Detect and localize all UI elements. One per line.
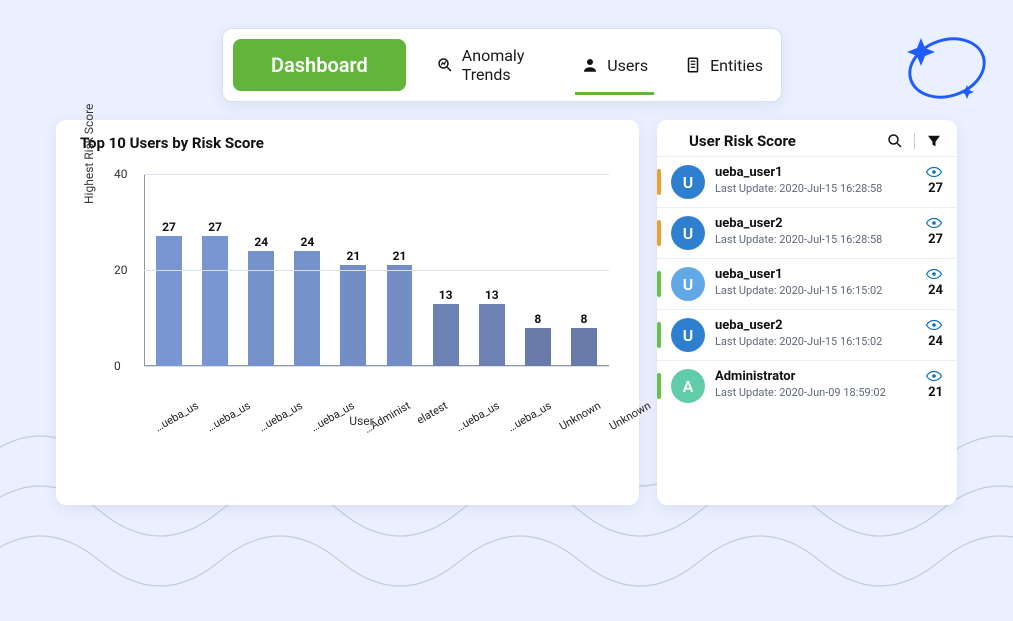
accent-bar <box>657 169 661 195</box>
risk-card-title: User Risk Score <box>673 132 876 150</box>
risk-item[interactable]: Uueba_user2 Last Update: 2020-Jul-15 16:1… <box>657 309 957 360</box>
risk-name: Administrator <box>715 369 915 384</box>
bar-value-label: 24 <box>300 235 314 249</box>
risk-name: ueba_user1 <box>715 267 915 282</box>
gridline <box>144 174 609 175</box>
eye-icon[interactable] <box>925 165 943 179</box>
bar <box>387 265 413 366</box>
bar-value-label: 8 <box>534 312 541 326</box>
score-value: 24 <box>928 334 943 349</box>
x-categories: ueba_us…ueba_us…ueba_us…ueba_us…Administ… <box>144 399 609 412</box>
risk-text: ueba_user2 Last Update: 2020-Jul-15 16:28… <box>715 216 915 246</box>
y-tick: 40 <box>114 167 128 181</box>
risk-name: ueba_user2 <box>715 216 915 231</box>
tab-bar: Dashboard Anomaly Trends Users Entities <box>222 28 782 102</box>
bar <box>294 251 320 366</box>
eye-icon[interactable] <box>925 267 943 281</box>
gridline <box>144 366 609 367</box>
avatar: A <box>671 369 705 403</box>
risk-score: 24 <box>925 318 943 349</box>
accent-bar <box>657 220 661 246</box>
chart-card: Top 10 Users by Risk Score Highest Risk … <box>56 120 639 505</box>
bar-value-label: 27 <box>162 220 176 234</box>
bar <box>202 236 228 366</box>
avatar: U <box>671 165 705 199</box>
panels: Top 10 Users by Risk Score Highest Risk … <box>56 120 957 505</box>
risk-subtext: Last Update: 2020-Jul-15 16:15:02 <box>715 335 915 348</box>
risk-text: Administrator Last Update: 2020-Jun-09 18… <box>715 369 915 399</box>
risk-subtext: Last Update: 2020-Jul-15 16:15:02 <box>715 284 915 297</box>
risk-subtext: Last Update: 2020-Jul-15 16:28:58 <box>715 233 915 246</box>
risk-item[interactable]: Uueba_user2 Last Update: 2020-Jul-15 16:2… <box>657 207 957 258</box>
filter-icon[interactable] <box>925 132 943 150</box>
bar-value-label: 24 <box>254 235 268 249</box>
gridline <box>144 270 609 271</box>
divider <box>914 133 915 149</box>
tab-label: Dashboard <box>271 53 368 77</box>
bar-value-label: 8 <box>580 312 587 326</box>
risk-name: ueba_user1 <box>715 165 915 180</box>
bar <box>479 304 505 366</box>
bar <box>156 236 182 366</box>
risk-list: Uueba_user1 Last Update: 2020-Jul-15 16:2… <box>657 156 957 411</box>
score-value: 27 <box>928 232 943 247</box>
bar-value-label: 13 <box>439 288 453 302</box>
server-icon <box>684 56 702 74</box>
bar-value-label: 21 <box>347 249 361 263</box>
bar-value-label: 13 <box>485 288 499 302</box>
risk-text: ueba_user2 Last Update: 2020-Jul-15 16:15… <box>715 318 915 348</box>
tab-dashboard[interactable]: Dashboard <box>233 39 406 91</box>
tab-label: Anomaly Trends <box>462 46 545 84</box>
risk-score: 24 <box>925 267 943 298</box>
chart-title: Top 10 Users by Risk Score <box>76 134 619 152</box>
risk-score: 27 <box>925 216 943 247</box>
risk-item[interactable]: Uueba_user1 Last Update: 2020-Jul-15 16:1… <box>657 258 957 309</box>
risk-score: 27 <box>925 165 943 196</box>
risk-card: User Risk Score Uueba_user1 Last Update: … <box>657 120 957 505</box>
accent-bar <box>657 271 661 297</box>
avatar: U <box>671 216 705 250</box>
score-value: 27 <box>928 181 943 196</box>
accent-bar <box>657 322 661 348</box>
risk-subtext: Last Update: 2020-Jul-15 16:28:58 <box>715 182 915 195</box>
x-axis-label: User <box>104 414 619 428</box>
avatar: U <box>671 318 705 352</box>
risk-text: ueba_user1 Last Update: 2020-Jul-15 16:28… <box>715 165 915 195</box>
risk-score: 21 <box>925 369 943 400</box>
user-icon <box>581 56 599 74</box>
tab-label: Entities <box>710 56 763 75</box>
y-axis-label: Highest Risk Score <box>82 104 96 204</box>
accent-bar <box>657 373 661 399</box>
bar <box>525 328 551 366</box>
y-tick: 20 <box>114 263 128 277</box>
risk-name: ueba_user2 <box>715 318 915 333</box>
bar <box>433 304 459 366</box>
bar-chart: Highest Risk Score 272724242121131388 02… <box>104 164 619 424</box>
tab-label: Users <box>607 56 648 75</box>
avatar: U <box>671 267 705 301</box>
y-tick: 0 <box>114 359 121 373</box>
eye-icon[interactable] <box>925 216 943 230</box>
risk-card-header: User Risk Score <box>657 132 957 156</box>
score-value: 24 <box>928 283 943 298</box>
chart-axis: 272724242121131388 02040 <box>144 174 609 366</box>
bar <box>248 251 274 366</box>
bar-value-label: 21 <box>393 249 407 263</box>
bar-value-label: 27 <box>208 220 222 234</box>
bar <box>571 328 597 366</box>
eye-icon[interactable] <box>925 318 943 332</box>
risk-item[interactable]: Uueba_user1 Last Update: 2020-Jul-15 16:2… <box>657 156 957 207</box>
search-icon[interactable] <box>886 132 904 150</box>
risk-item[interactable]: A Administrator Last Update: 2020-Jun-09 1… <box>657 360 957 411</box>
sparkle-decoration <box>895 18 995 118</box>
bar <box>340 265 366 366</box>
tab-entities[interactable]: Entities <box>678 50 769 81</box>
tab-users[interactable]: Users <box>575 50 654 81</box>
risk-text: ueba_user1 Last Update: 2020-Jul-15 16:15… <box>715 267 915 297</box>
score-value: 21 <box>928 385 943 400</box>
eye-icon[interactable] <box>925 369 943 383</box>
magnifier-chart-icon <box>436 56 454 74</box>
risk-subtext: Last Update: 2020-Jun-09 18:59:02 <box>715 386 915 399</box>
tab-anomaly-trends[interactable]: Anomaly Trends <box>430 40 551 90</box>
